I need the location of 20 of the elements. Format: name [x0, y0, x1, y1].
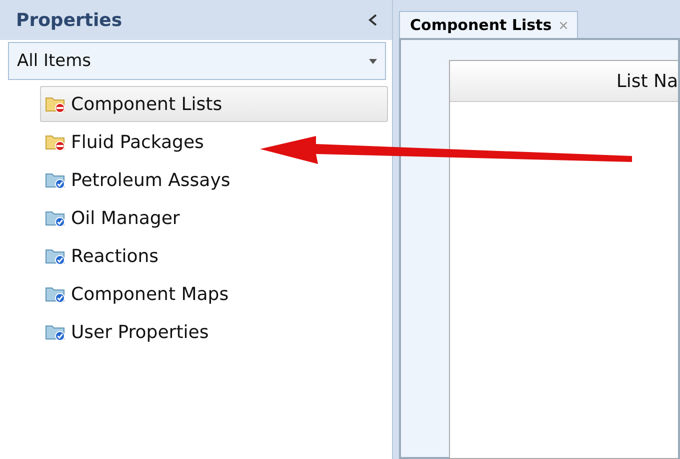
tree-item[interactable]: Fluid Packages — [40, 124, 388, 160]
folder-check-icon — [45, 247, 67, 265]
tree-item[interactable]: Oil Manager — [40, 200, 388, 236]
folder-check-icon — [45, 323, 67, 341]
folder-minus-icon — [45, 95, 67, 113]
tree-item[interactable]: User Properties — [40, 314, 388, 350]
folder-check-icon — [45, 285, 67, 303]
tree-item[interactable]: Petroleum Assays — [40, 162, 388, 198]
close-icon[interactable] — [560, 22, 567, 28]
folder-check-icon — [45, 209, 67, 227]
collapse-icon[interactable] — [368, 14, 378, 26]
dropdown-arrow-icon — [369, 58, 377, 64]
filter-dropdown[interactable]: All Items — [8, 42, 386, 80]
folder-check-icon — [45, 171, 67, 189]
tree-item[interactable]: Reactions — [40, 238, 388, 274]
document-tab[interactable]: Component Lists — [399, 11, 578, 38]
tree-item[interactable]: Component Lists — [40, 86, 388, 122]
tree-item[interactable]: Component Maps — [40, 276, 388, 312]
folder-minus-icon — [45, 133, 67, 151]
panel-title: Properties — [16, 10, 122, 30]
